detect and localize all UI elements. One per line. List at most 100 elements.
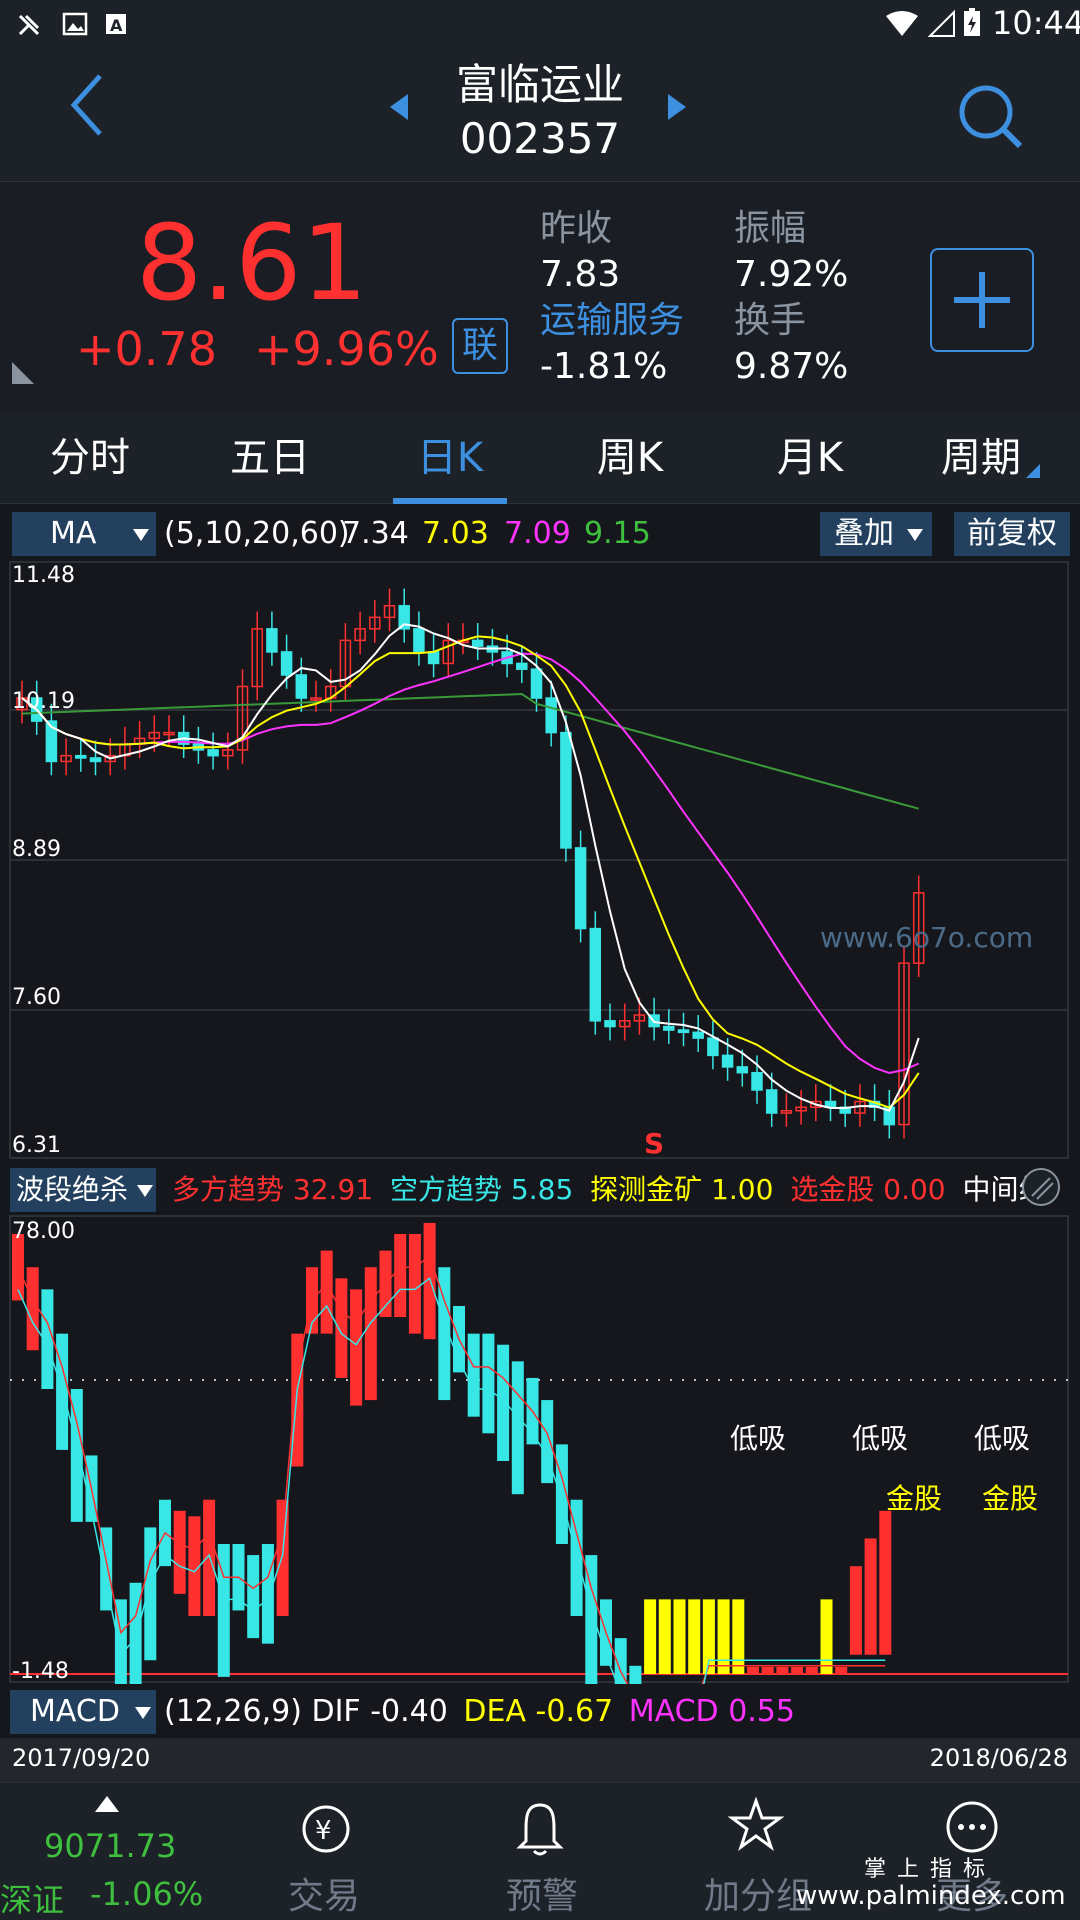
candle-body	[765, 1089, 778, 1114]
candle-body	[663, 1025, 675, 1031]
indicator-bar	[203, 1499, 216, 1616]
candle-body	[589, 927, 602, 1022]
price-axis-4: 7.60	[12, 985, 61, 1010]
index-ticker[interactable]: 9071.73 深证 -1.06%	[0, 1783, 216, 1920]
indicator-bar	[658, 1599, 671, 1674]
indicator-bar	[261, 1544, 274, 1644]
ma60-value: 9.15	[584, 516, 651, 551]
nav-trade[interactable]: ¥ 交易	[256, 1783, 396, 1920]
indicator-bar	[791, 1666, 804, 1674]
gold-probe-label: 探测金矿	[590, 1173, 703, 1206]
macd-value: 0.55	[728, 1694, 795, 1729]
index-name: 深证	[0, 1881, 65, 1919]
price-axis-2: 10.19	[12, 689, 75, 714]
back-icon[interactable]	[66, 70, 110, 140]
status-bar: A 10:44	[0, 0, 1080, 46]
macd-label: MACD	[628, 1694, 719, 1729]
ma60-line	[21, 692, 919, 810]
tab-daily-k[interactable]: 日K	[370, 412, 530, 504]
indicator-axis-bottom: -1.48	[12, 1659, 69, 1684]
candle-body	[736, 1066, 749, 1074]
link-badge[interactable]: 联	[452, 318, 508, 374]
sell-signal-mark: S	[644, 1127, 664, 1160]
sector-label[interactable]: 运输服务	[540, 300, 684, 342]
search-icon[interactable]	[956, 82, 1026, 152]
indicator-bar	[144, 1527, 157, 1661]
tab-intraday[interactable]: 分时	[10, 412, 170, 504]
indicator-bar	[291, 1333, 304, 1467]
tab-period[interactable]: 周期	[906, 412, 1056, 504]
indicator-bar	[864, 1538, 877, 1655]
nav-trade-label: 交易	[288, 1876, 361, 1917]
svg-text:A: A	[110, 16, 123, 35]
ma10-line	[21, 635, 920, 1109]
ma-params: (5,10,20,60)	[164, 516, 350, 551]
turnover-label: 换手	[734, 300, 807, 341]
indicator-bar	[173, 1510, 186, 1594]
corner-watermark-title: 掌 上 指 标	[864, 1857, 987, 1882]
bull-trend-label: 多方趋势	[172, 1173, 285, 1206]
amplitude-label: 振幅	[734, 208, 807, 249]
trade-icon: ¥	[302, 1805, 350, 1853]
candle-body	[677, 1029, 690, 1034]
period-dropdown-icon[interactable]	[1024, 462, 1042, 480]
candles-group	[16, 588, 925, 1139]
indicator-bar	[732, 1599, 745, 1674]
candle-body	[471, 639, 484, 647]
candle-body	[266, 628, 278, 653]
indicator-bar	[408, 1234, 421, 1334]
candle-body	[280, 651, 293, 676]
price-change-pct: +9.96%	[254, 322, 439, 376]
date-end: 2018/06/28	[929, 1744, 1068, 1772]
candle-body	[413, 628, 425, 653]
indicator-chart[interactable]: 78.00 -1.48 低吸 低吸 低吸 金股 金股	[0, 1214, 1080, 1684]
expand-up-icon[interactable]	[94, 1795, 120, 1813]
indicator-bar	[805, 1666, 818, 1674]
indicator-bar	[497, 1344, 510, 1461]
ma10-value: 7.03	[422, 516, 489, 551]
stock-code: 002357	[459, 114, 621, 163]
amplitude-value: 7.92%	[734, 254, 849, 295]
tab-monthly-k[interactable]: 月K	[730, 412, 890, 504]
dea-value: -0.67	[535, 1694, 614, 1729]
dif-value: -0.40	[370, 1694, 448, 1729]
index-change: -1.06%	[90, 1875, 204, 1913]
tab-weekly-k[interactable]: 周K	[550, 412, 710, 504]
expand-corner-icon[interactable]	[10, 360, 36, 386]
price-axis-bottom: 6.31	[12, 1133, 61, 1158]
bull-trend-value: 32.91	[292, 1173, 374, 1206]
bear-trend-label: 空方趋势	[390, 1173, 503, 1206]
candle-body	[207, 749, 219, 757]
candle-body	[89, 757, 102, 763]
indicator-values: 多方趋势 32.91 空方趋势 5.85 探测金矿 1.00 选金股 0.00 …	[172, 1168, 1047, 1212]
indicator-selector[interactable]: 波段绝杀	[10, 1168, 156, 1212]
date-range-bar: 2017/09/20 2018/06/28	[0, 1738, 1080, 1782]
indicator-bar	[717, 1599, 730, 1674]
bear-trend-value: 5.85	[510, 1173, 574, 1206]
indicator-bar	[511, 1361, 524, 1495]
candlestick-chart[interactable]: 11.48 10.19 8.89 7.60 6.31 www.6o7o.com …	[0, 560, 1080, 1160]
nav-alert[interactable]: 预警	[470, 1783, 610, 1920]
indicator-bar	[835, 1666, 848, 1674]
indicator-bar	[350, 1289, 363, 1406]
adjust-selector[interactable]: 前复权	[954, 512, 1070, 556]
candle-body	[516, 662, 528, 670]
add-watchlist-button[interactable]	[930, 248, 1034, 352]
indicator-bar	[482, 1333, 495, 1434]
next-stock-icon[interactable]	[664, 92, 688, 122]
prev-close-label: 昨收	[540, 208, 613, 249]
candle-body	[707, 1037, 719, 1057]
indicator-settings-icon[interactable]	[1020, 1166, 1062, 1208]
current-price: 8.61	[136, 202, 368, 324]
battery-icon	[964, 8, 980, 36]
prev-stock-icon[interactable]	[388, 92, 412, 122]
prev-close-value: 7.83	[540, 254, 621, 295]
index-value: 9071.73	[44, 1827, 177, 1865]
indicator-bar	[247, 1555, 260, 1639]
mute-icon	[18, 14, 40, 36]
quote-panel: 8.61 +0.78 +9.96% 联 昨收 7.83 运输服务 -1.81% …	[0, 182, 1080, 412]
dea-label: DEA	[463, 1694, 526, 1729]
tab-five-day[interactable]: 五日	[190, 412, 350, 504]
date-start: 2017/09/20	[12, 1744, 151, 1772]
indicator-bar	[276, 1499, 289, 1616]
